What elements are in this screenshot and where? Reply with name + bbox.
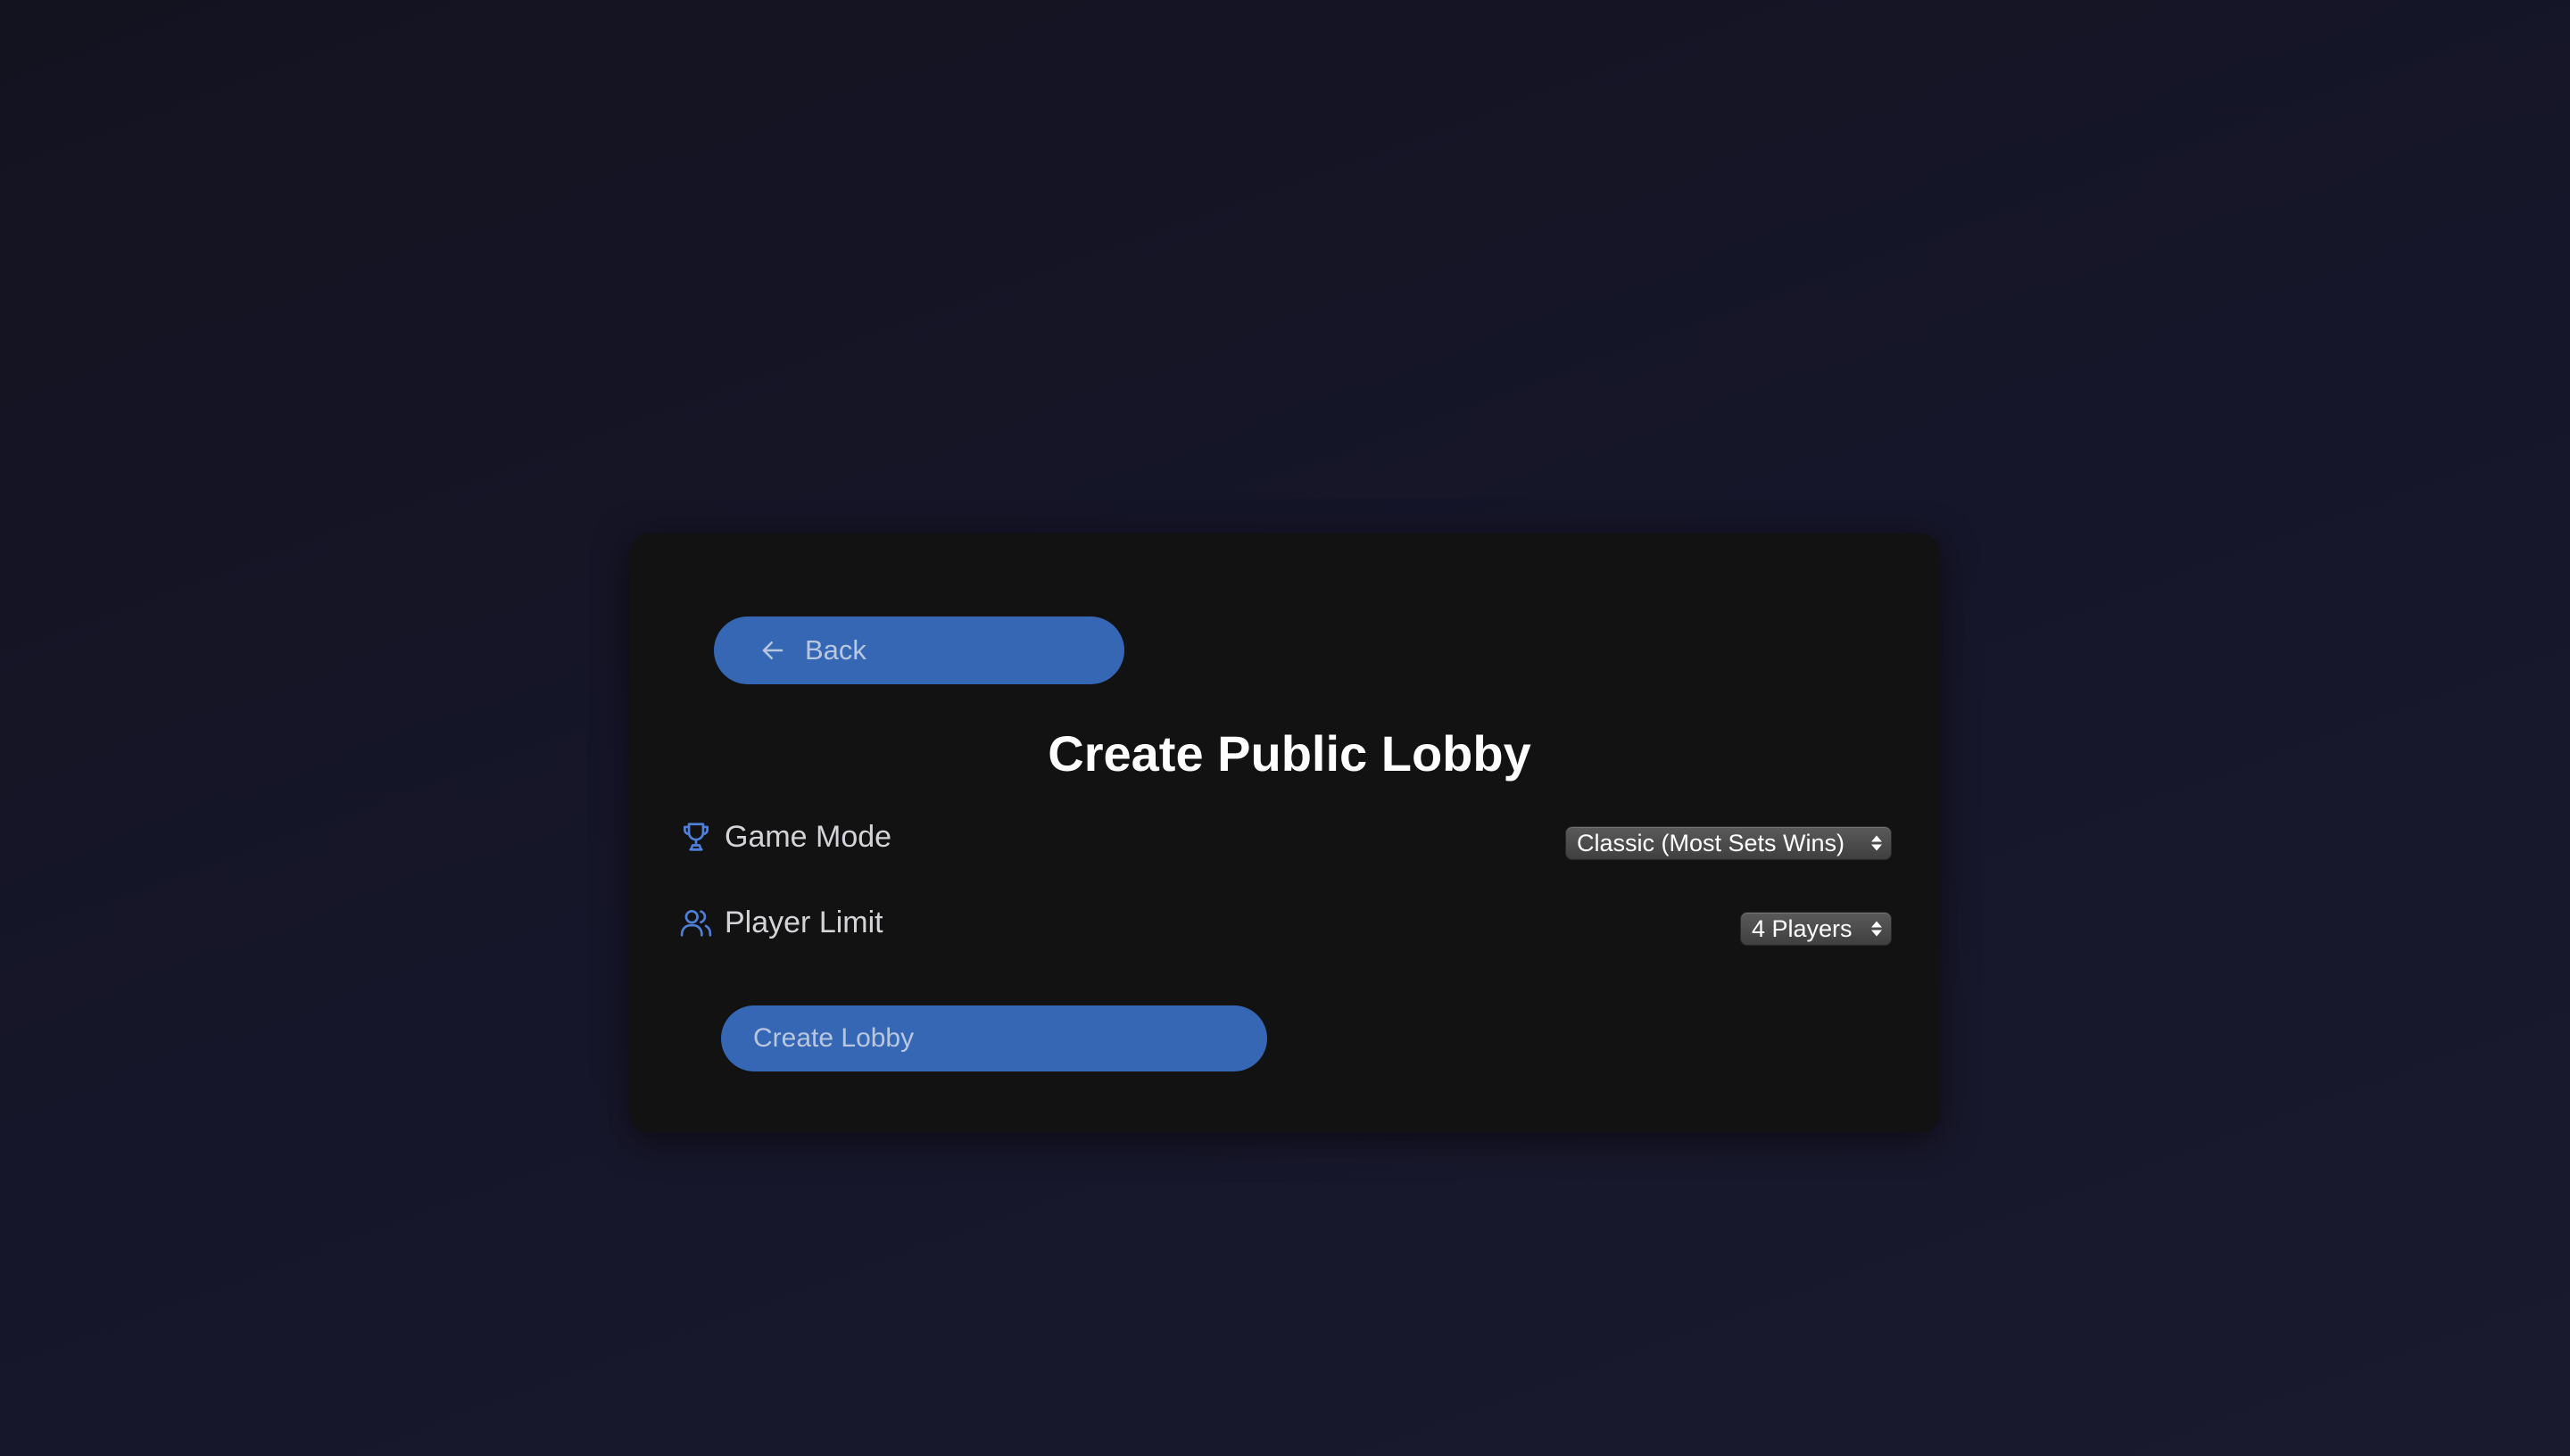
player-limit-label-group: Player Limit	[678, 905, 883, 940]
player-limit-label: Player Limit	[725, 905, 883, 939]
arrow-left-icon	[759, 636, 787, 665]
create-lobby-button[interactable]: Create Lobby	[721, 1005, 1267, 1071]
select-arrows-icon	[1871, 921, 1882, 937]
create-lobby-label: Create Lobby	[753, 1023, 915, 1053]
back-button[interactable]: Back	[714, 616, 1124, 684]
create-lobby-card: Back Create Public Lobby Game Mode Class…	[630, 534, 1940, 1133]
game-mode-label: Game Mode	[725, 819, 892, 854]
trophy-icon	[678, 819, 714, 855]
game-mode-select[interactable]: Classic (Most Sets Wins)	[1565, 826, 1892, 860]
game-mode-selected-value: Classic (Most Sets Wins)	[1577, 829, 1845, 856]
game-mode-label-group: Game Mode	[678, 819, 891, 855]
back-button-label: Back	[805, 634, 866, 666]
player-limit-row: Player Limit 4 Players	[678, 898, 1892, 947]
player-limit-select[interactable]: 4 Players	[1740, 912, 1892, 946]
users-icon	[678, 905, 714, 940]
page-title: Create Public Lobby	[1048, 725, 1531, 782]
player-limit-selected-value: 4 Players	[1752, 914, 1853, 942]
game-mode-row: Game Mode Classic (Most Sets Wins)	[678, 812, 1892, 862]
select-arrows-icon	[1871, 835, 1882, 851]
